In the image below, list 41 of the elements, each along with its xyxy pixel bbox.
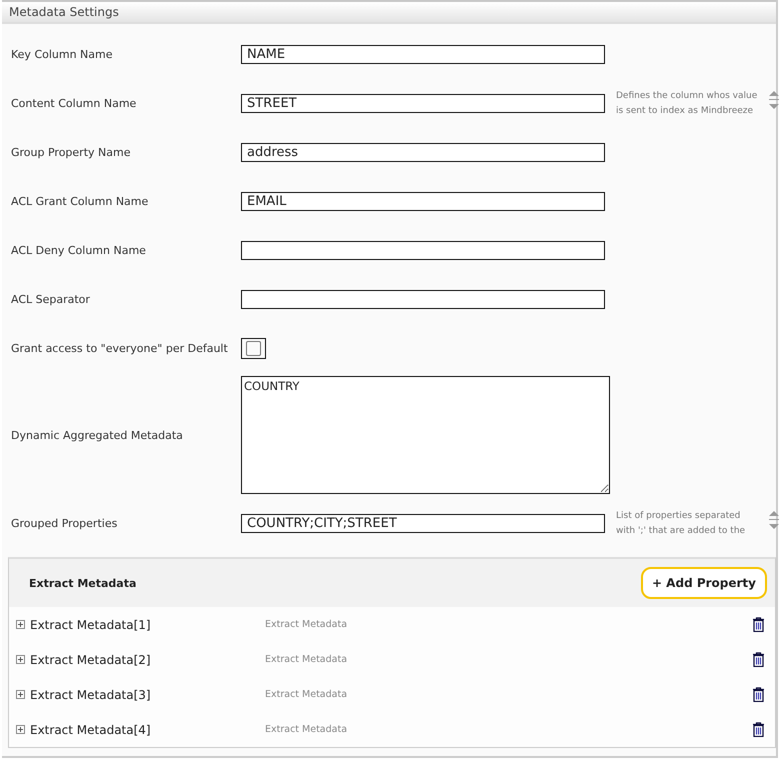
expand-icon[interactable] (16, 690, 25, 699)
trash-icon[interactable] (752, 652, 765, 667)
text-field[interactable] (241, 241, 605, 260)
expand-icon[interactable] (16, 620, 25, 629)
panel-title: Metadata Settings (2, 0, 776, 24)
expand-icon[interactable] (16, 725, 25, 734)
text-field[interactable]: STREET (241, 94, 605, 113)
trash-icon[interactable] (752, 722, 765, 737)
field-label: Key Column Name (11, 48, 113, 62)
text-area[interactable]: COUNTRY (241, 376, 610, 494)
help-text: List of properties separated with ';' that are added to the (616, 510, 746, 538)
field-label: Dynamic Aggregated Metadata (11, 429, 183, 443)
text-field[interactable]: EMAIL (241, 192, 605, 211)
item-type: Extract Metadata (265, 724, 348, 735)
text-field[interactable]: NAME (241, 45, 605, 64)
scroll-arrows-icon (768, 88, 780, 110)
item-name[interactable]: Extract Metadata[2] (30, 652, 265, 666)
item-name[interactable]: Extract Metadata[3] (30, 688, 265, 702)
help-text: Defines the column whos value is sent to index as Mindbreeze (616, 90, 758, 118)
field-label: ACL Grant Column Name (11, 194, 148, 208)
field-label: Grouped Properties (11, 516, 118, 530)
add-property-button[interactable]: + Add Property (640, 567, 767, 599)
text-field[interactable] (241, 290, 605, 309)
trash-icon[interactable] (752, 687, 765, 702)
field-label: Content Column Name (11, 96, 136, 110)
text-field[interactable]: COUNTRY;CITY;STREET (241, 514, 605, 533)
checkbox[interactable] (241, 338, 266, 359)
field-label: Grant access to "everyone" per Default (11, 342, 228, 356)
trash-icon[interactable] (752, 617, 765, 632)
field-label: ACL Deny Column Name (11, 244, 146, 258)
item-name[interactable]: Extract Metadata[4] (30, 722, 265, 736)
item-type: Extract Metadata (265, 654, 348, 665)
expand-icon[interactable] (16, 655, 25, 664)
item-name[interactable]: Extract Metadata[1] (30, 618, 265, 632)
field-label: Group Property Name (11, 146, 130, 160)
text-field[interactable]: address (241, 143, 605, 162)
item-type: Extract Metadata (265, 619, 348, 630)
field-label: ACL Separator (11, 292, 90, 306)
section-title: Extract Metadata (29, 576, 136, 590)
scroll-arrows-icon (768, 508, 780, 530)
item-type: Extract Metadata (265, 689, 348, 700)
